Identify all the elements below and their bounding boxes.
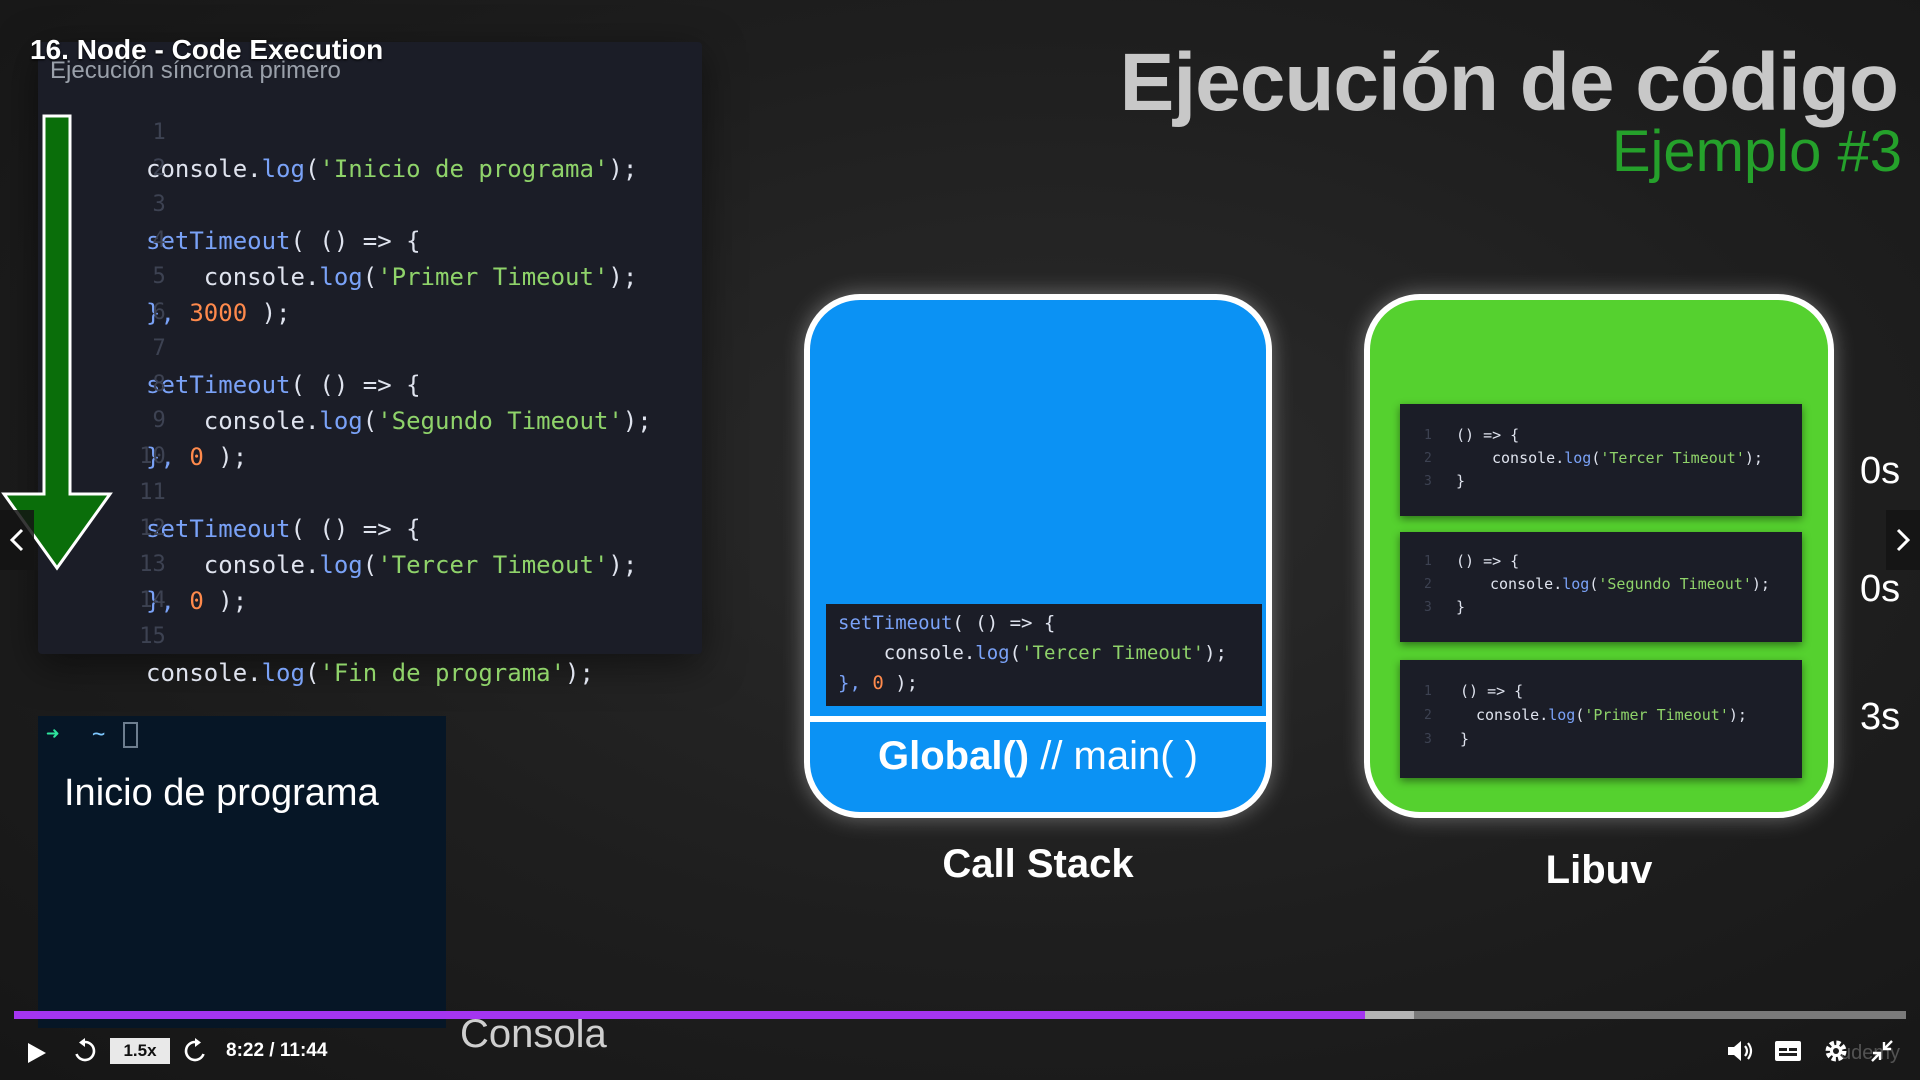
code-line: setTimeout( () => {: [838, 612, 1056, 634]
progress-fill: [14, 1011, 1365, 1019]
next-lecture-button[interactable]: [1886, 510, 1920, 570]
forward-icon: [184, 1038, 205, 1062]
libuv-label: Libuv: [1545, 848, 1653, 892]
libuv-box: 1 2 3 () => { console.log('Tercer Timeou…: [1364, 294, 1834, 818]
chevron-right-icon: [1896, 528, 1911, 552]
call-stack-box: setTimeout( () => { console.log('Tercer …: [804, 294, 1272, 818]
timer-label: 0s: [1860, 568, 1901, 610]
call-stack-label: Call Stack: [942, 842, 1134, 886]
libuv-callback-card: 1 2 3 () => { console.log('Primer Timeou…: [1400, 660, 1802, 778]
console-prompt-icon: ➜: [46, 722, 60, 747]
timer-label: 0s: [1860, 450, 1901, 492]
time-display: 8:22 / 11:44: [226, 1040, 328, 1061]
video-title: 16. Node - Code Execution: [30, 34, 384, 65]
line-number: 15: [139, 624, 166, 649]
exit-fullscreen-icon: [1871, 1040, 1893, 1062]
volume-button[interactable]: [1724, 1036, 1756, 1066]
global-frame: Global() // main( ): [878, 734, 1198, 778]
exit-fullscreen-button[interactable]: [1866, 1036, 1898, 1066]
libuv-callback-card: 1 2 3 () => { console.log('Tercer Timeou…: [1400, 404, 1802, 516]
code-line: 15 console.log('Fin de programa');: [38, 583, 594, 687]
settings-button[interactable]: [1820, 1036, 1852, 1066]
chevron-left-icon: [9, 528, 24, 552]
libuv-callback-card: 1 2 3 () => { console.log('Segundo Timeo…: [1400, 532, 1802, 642]
rewind-icon: [75, 1038, 96, 1062]
rewind-button[interactable]: [70, 1036, 100, 1066]
captions-icon: [1775, 1041, 1801, 1061]
playback-speed-button[interactable]: 1.5x: [110, 1038, 170, 1064]
play-icon: [28, 1043, 46, 1063]
previous-lecture-button[interactable]: [0, 510, 34, 570]
progress-bar[interactable]: [14, 1011, 1906, 1019]
line-number: 14: [139, 588, 166, 613]
play-button[interactable]: [22, 1038, 52, 1068]
call-stack-divider: [810, 716, 1266, 722]
slide-subtitle: Ejemplo #3: [1611, 119, 1902, 184]
forward-button[interactable]: [180, 1036, 210, 1066]
console-output: Inicio de programa: [64, 772, 379, 814]
volume-icon: [1728, 1041, 1753, 1061]
code-line: console.log('Tercer Timeout');: [838, 642, 1227, 664]
execution-arrow-icon: [1, 114, 113, 571]
console-directory: ~: [92, 722, 106, 747]
gear-icon: [1825, 1040, 1847, 1062]
timer-label: 3s: [1860, 696, 1901, 738]
console-panel: [38, 716, 446, 1028]
console-cursor: [123, 722, 138, 748]
code-editor: 1 console.log('Inicio de programa'); 2 3…: [38, 79, 702, 687]
slide-title: Ejecución de código: [1119, 37, 1899, 128]
captions-button[interactable]: [1772, 1038, 1804, 1064]
code-line: 1 console.log('Inicio de programa');: [38, 79, 637, 183]
code-line: }, 0 );: [838, 672, 919, 694]
call-stack-frame: setTimeout( () => { console.log('Tercer …: [826, 604, 1262, 706]
